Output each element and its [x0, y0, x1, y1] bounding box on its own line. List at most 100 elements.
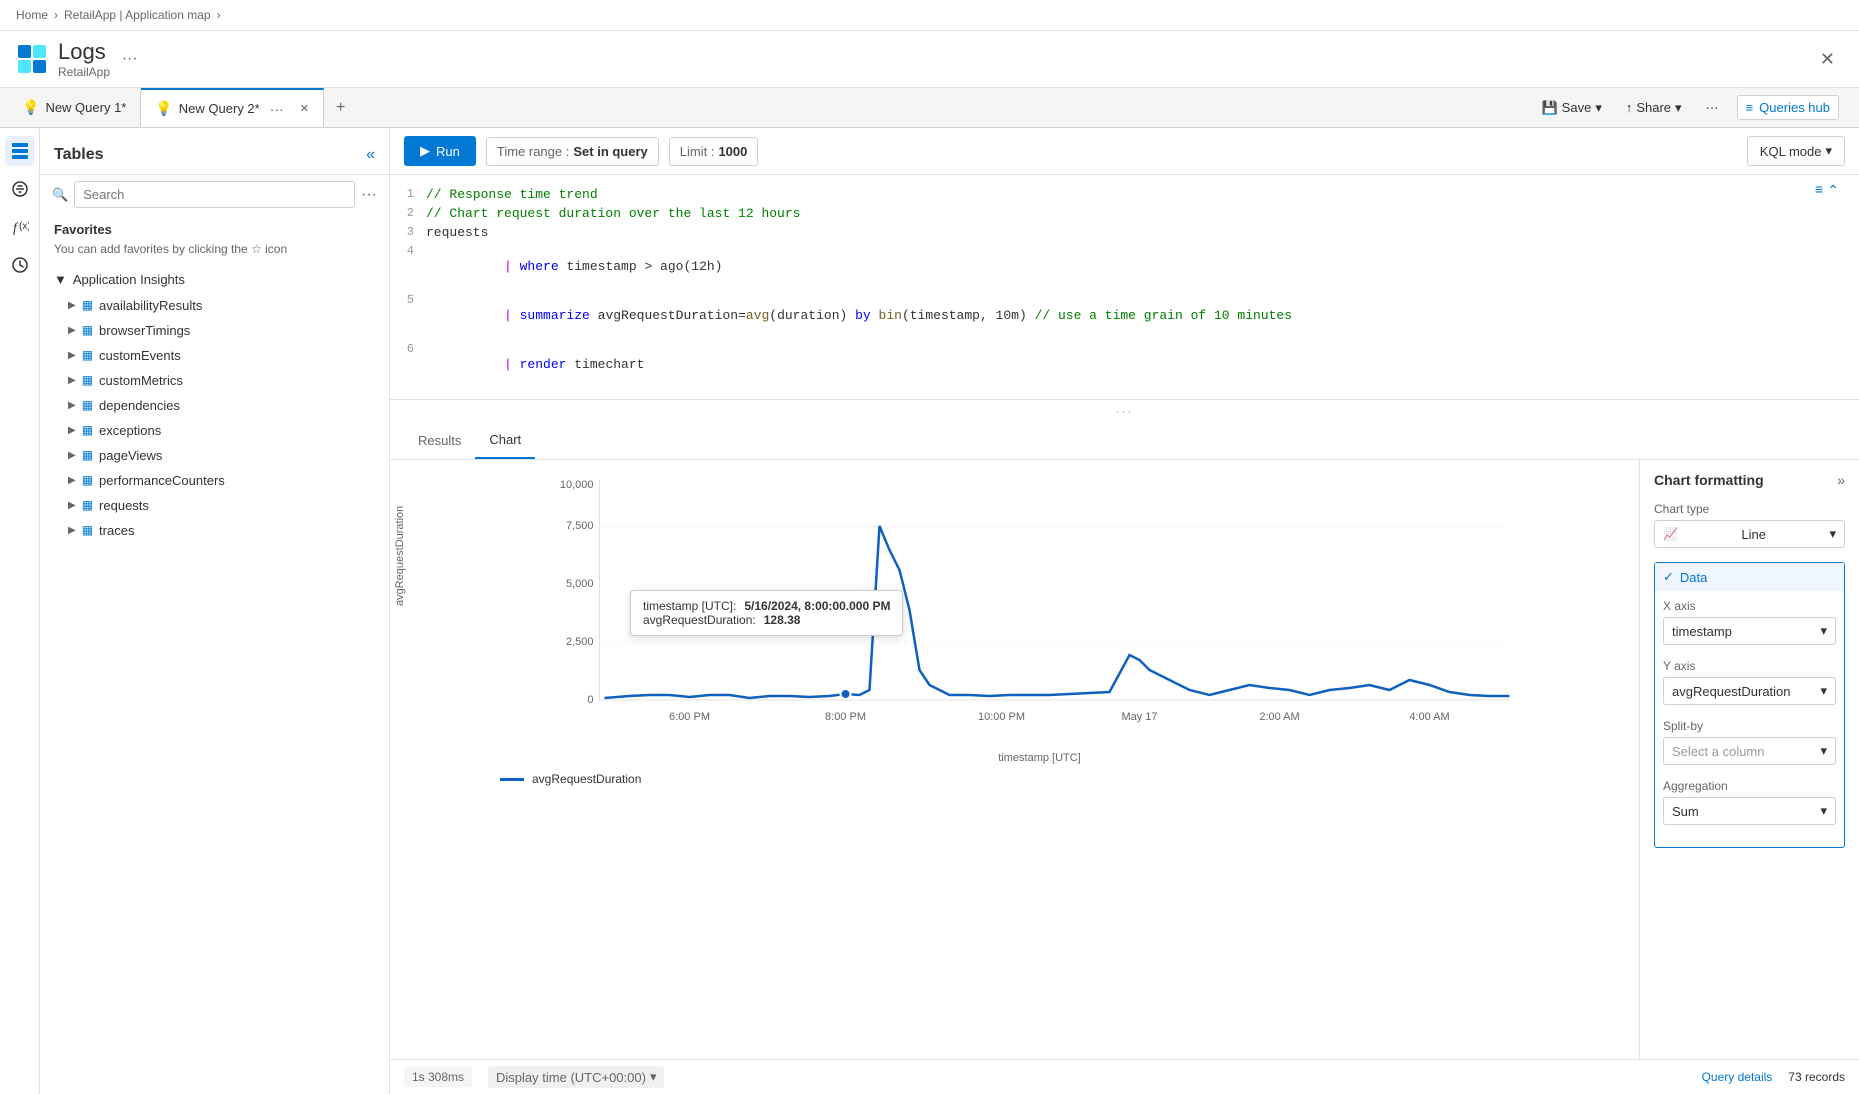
run-button[interactable]: ▶ Run — [404, 136, 476, 166]
y-axis-label: avgRequestDuration — [394, 506, 406, 606]
table-name: requests — [99, 498, 149, 513]
svg-text:10,000: 10,000 — [560, 479, 594, 491]
format-icon[interactable]: ≡ — [1815, 183, 1823, 200]
tree-expand-icon: ▶ — [68, 300, 76, 311]
breadcrumb-sep1: › — [54, 8, 58, 22]
aggregation-select[interactable]: Sum ▾ — [1663, 797, 1836, 825]
tree-expand-icon: ▶ — [68, 475, 76, 486]
more-options-button[interactable]: ··· — [1700, 96, 1725, 119]
close-button[interactable]: ✕ — [1812, 45, 1843, 74]
share-button[interactable]: ↑ Share ▾ — [1620, 96, 1688, 120]
breadcrumb-retailapp[interactable]: RetailApp | Application map — [64, 8, 211, 22]
kql-mode-label: KQL mode — [1760, 144, 1822, 159]
sidebar-nav-tables[interactable] — [5, 136, 35, 166]
tab2-more[interactable]: ··· — [270, 101, 284, 117]
data-section-header[interactable]: ✓ Data — [1655, 563, 1844, 591]
tab-new-query-1[interactable]: 💡 New Query 1* — [8, 89, 141, 126]
chart-type-select[interactable]: 📈 Line ▾ — [1654, 520, 1845, 548]
y-axis-chevron-icon: ▾ — [1820, 683, 1827, 699]
application-insights-section[interactable]: ▼ Application Insights — [40, 266, 389, 293]
display-time-label: Display time (UTC+00:00) — [496, 1070, 646, 1085]
save-button[interactable]: 💾 Save ▾ — [1535, 96, 1607, 120]
table-exceptions[interactable]: ▶ ▦ exceptions — [40, 418, 389, 443]
collapse-icon[interactable]: ⌃ — [1827, 183, 1839, 200]
tab-actions: 💾 Save ▾ ↑ Share ▾ ··· ≡ Queries hub — [1523, 95, 1851, 120]
table-traces[interactable]: ▶ ▦ traces — [40, 518, 389, 543]
table-custom-metrics[interactable]: ▶ ▦ customMetrics — [40, 368, 389, 393]
tree-expand-icon: ▶ — [68, 400, 76, 411]
table-name: pageViews — [99, 448, 162, 463]
query-details-button[interactable]: Query details — [1702, 1070, 1773, 1084]
add-tab-button[interactable]: + — [324, 89, 357, 127]
search-more-button[interactable]: ··· — [361, 186, 377, 204]
table-name: availabilityResults — [99, 298, 202, 313]
favorites-title: Favorites — [54, 222, 375, 237]
aggregation-label: Aggregation — [1663, 779, 1836, 793]
save-icon: 💾 — [1541, 100, 1557, 116]
section-expand-icon: ▼ — [54, 272, 67, 287]
display-time-button[interactable]: Display time (UTC+00:00) ▾ — [488, 1066, 664, 1088]
x-axis-section: X axis timestamp ▾ — [1663, 599, 1836, 645]
query-area: ▶ Run Time range : Set in query Limit : … — [390, 128, 1859, 1094]
table-page-views[interactable]: ▶ ▦ pageViews — [40, 443, 389, 468]
breadcrumb-home[interactable]: Home — [16, 8, 48, 22]
query-icon-tab2: 💡 — [155, 100, 172, 117]
x-axis-select[interactable]: timestamp ▾ — [1663, 617, 1836, 645]
tree-expand-icon: ▶ — [68, 375, 76, 386]
app-more-button[interactable]: ··· — [122, 50, 138, 68]
toolbar: ▶ Run Time range : Set in query Limit : … — [390, 128, 1859, 175]
x-axis-chevron-icon: ▾ — [1820, 623, 1827, 639]
split-by-section: Split-by Select a column ▾ — [1663, 719, 1836, 765]
table-performance-counters[interactable]: ▶ ▦ performanceCounters — [40, 468, 389, 493]
tab-chart[interactable]: Chart — [475, 422, 535, 459]
search-input[interactable] — [74, 181, 355, 208]
chart-type-label: Chart type — [1654, 502, 1845, 516]
table-name: customEvents — [99, 348, 181, 363]
favorites-hint: You can add favorites by clicking the ☆ … — [54, 241, 375, 258]
legend-label: avgRequestDuration — [532, 772, 641, 786]
data-section-chevron-icon: ✓ — [1663, 569, 1674, 585]
sidebar-nav-filter[interactable] — [5, 174, 35, 204]
limit-label: Limit : — [680, 144, 715, 159]
x-axis-value: timestamp — [1672, 624, 1732, 639]
y-axis-label: Y axis — [1663, 659, 1836, 673]
svg-text:10:00 PM: 10:00 PM — [978, 711, 1025, 723]
x-axis-label: timestamp [UTC] — [460, 752, 1619, 764]
table-custom-events[interactable]: ▶ ▦ customEvents — [40, 343, 389, 368]
chart-formatting-panel: Chart formatting » Chart type 📈 Line ▾ — [1639, 460, 1859, 1059]
code-line-4: 4 | where timestamp > ago(12h) — [390, 242, 1859, 291]
kql-mode-button[interactable]: KQL mode ▾ — [1747, 136, 1845, 166]
legend-line-icon — [500, 778, 524, 781]
table-name: traces — [99, 523, 134, 538]
tab-results[interactable]: Results — [404, 423, 475, 458]
svg-text:(x): (x) — [19, 221, 29, 232]
table-requests[interactable]: ▶ ▦ requests — [40, 493, 389, 518]
table-dependencies[interactable]: ▶ ▦ dependencies — [40, 393, 389, 418]
code-editor[interactable]: ≡ ⌃ 1 // Response time trend 2 // Chart … — [390, 175, 1859, 400]
chart-collapse-button[interactable]: » — [1837, 472, 1845, 488]
table-icon: ▦ — [82, 448, 93, 462]
x-axis-label: X axis — [1663, 599, 1836, 613]
sidebar-nav-history[interactable] — [5, 250, 35, 280]
svg-text:8:00 PM: 8:00 PM — [825, 711, 866, 723]
chart-type-chevron-icon: ▾ — [1829, 526, 1836, 542]
main-layout: f (x) Tables « 🔍 — [0, 128, 1859, 1094]
tab-new-query-2[interactable]: 💡 New Query 2* ··· ✕ — [141, 88, 324, 127]
chart-svg: 0 2,500 5,000 7,500 10,000 6:00 PM 8:00 … — [460, 470, 1619, 750]
y-axis-select[interactable]: avgRequestDuration ▾ — [1663, 677, 1836, 705]
queries-hub-button[interactable]: ≡ Queries hub — [1737, 95, 1839, 120]
search-container: 🔍 ··· — [40, 175, 389, 214]
tree-expand-icon: ▶ — [68, 350, 76, 361]
time-range-button[interactable]: Time range : Set in query — [486, 137, 659, 166]
sidebar-nav-functions[interactable]: f (x) — [5, 212, 35, 242]
svg-text:5,000: 5,000 — [566, 578, 594, 590]
split-by-select[interactable]: Select a column ▾ — [1663, 737, 1836, 765]
table-browser-timings[interactable]: ▶ ▦ browserTimings — [40, 318, 389, 343]
table-availability-results[interactable]: ▶ ▦ availabilityResults — [40, 293, 389, 318]
breadcrumb-sep2: › — [217, 8, 221, 22]
tab2-close[interactable]: ✕ — [300, 102, 309, 115]
drag-handle[interactable]: ··· — [390, 400, 1859, 422]
limit-value: 1000 — [718, 144, 747, 159]
sidebar-collapse-button[interactable]: « — [366, 146, 375, 164]
limit-button[interactable]: Limit : 1000 — [669, 137, 759, 166]
